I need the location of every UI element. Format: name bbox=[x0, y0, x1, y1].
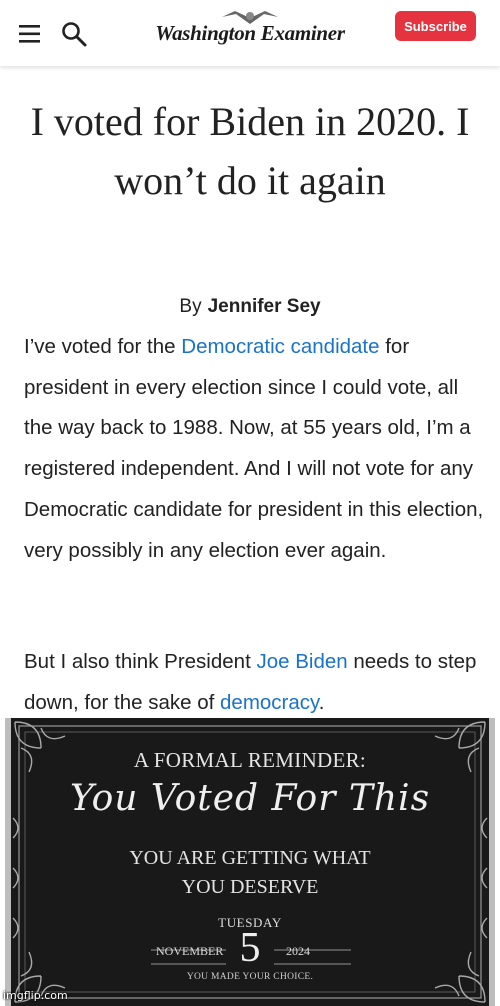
byline: By Jennifer Sey bbox=[0, 296, 500, 318]
logo-text: Washington Examiner bbox=[155, 21, 345, 45]
byline-prefix: By bbox=[179, 296, 202, 317]
meme-image: A FORMAL REMINDER: You Voted For This YO… bbox=[5, 718, 495, 1006]
paragraph-text: I’ve voted for the bbox=[24, 335, 182, 358]
meme-heading: A FORMAL REMINDER: bbox=[133, 748, 367, 772]
meme-script-text: You Voted For This bbox=[69, 778, 431, 819]
imgflip-watermark: imgflip.com bbox=[3, 989, 68, 1002]
link-democratic-candidate[interactable]: Democratic candidate bbox=[181, 335, 379, 358]
article-headline: I voted for Biden in 2020. I won’t do it… bbox=[30, 99, 470, 203]
article-paragraph-2: But I also think President Joe Biden nee… bbox=[24, 642, 484, 723]
site-logo[interactable]: Washington Examiner bbox=[140, 8, 360, 52]
link-joe-biden[interactable]: Joe Biden bbox=[256, 650, 347, 673]
subscribe-button[interactable]: Subscribe bbox=[395, 11, 476, 41]
article-paragraph-1: I’ve voted for the Democratic candidate … bbox=[24, 327, 484, 571]
meme-subheading-line-2: YOU DESERVE bbox=[181, 876, 319, 898]
link-democracy[interactable]: democracy bbox=[220, 691, 319, 714]
paragraph-text: But I also think President bbox=[24, 650, 257, 673]
paragraph-text: for president in every election since I … bbox=[24, 335, 484, 562]
site-header: Washington Examiner Subscribe bbox=[0, 0, 500, 66]
meme-date: 5 bbox=[239, 925, 261, 971]
hamburger-menu-icon[interactable] bbox=[17, 22, 45, 46]
meme-choice: YOU MADE YOUR CHOICE. bbox=[186, 972, 314, 982]
meme-subheading: YOU ARE GETTING WHAT YOU DESERVE bbox=[11, 844, 489, 902]
paragraph-text: . bbox=[318, 690, 325, 714]
search-icon[interactable] bbox=[60, 20, 88, 48]
meme-year: 2024 bbox=[286, 944, 310, 958]
author-name[interactable]: Jennifer Sey bbox=[208, 296, 321, 317]
meme-subheading-line-1: YOU ARE GETTING WHAT bbox=[129, 847, 371, 869]
